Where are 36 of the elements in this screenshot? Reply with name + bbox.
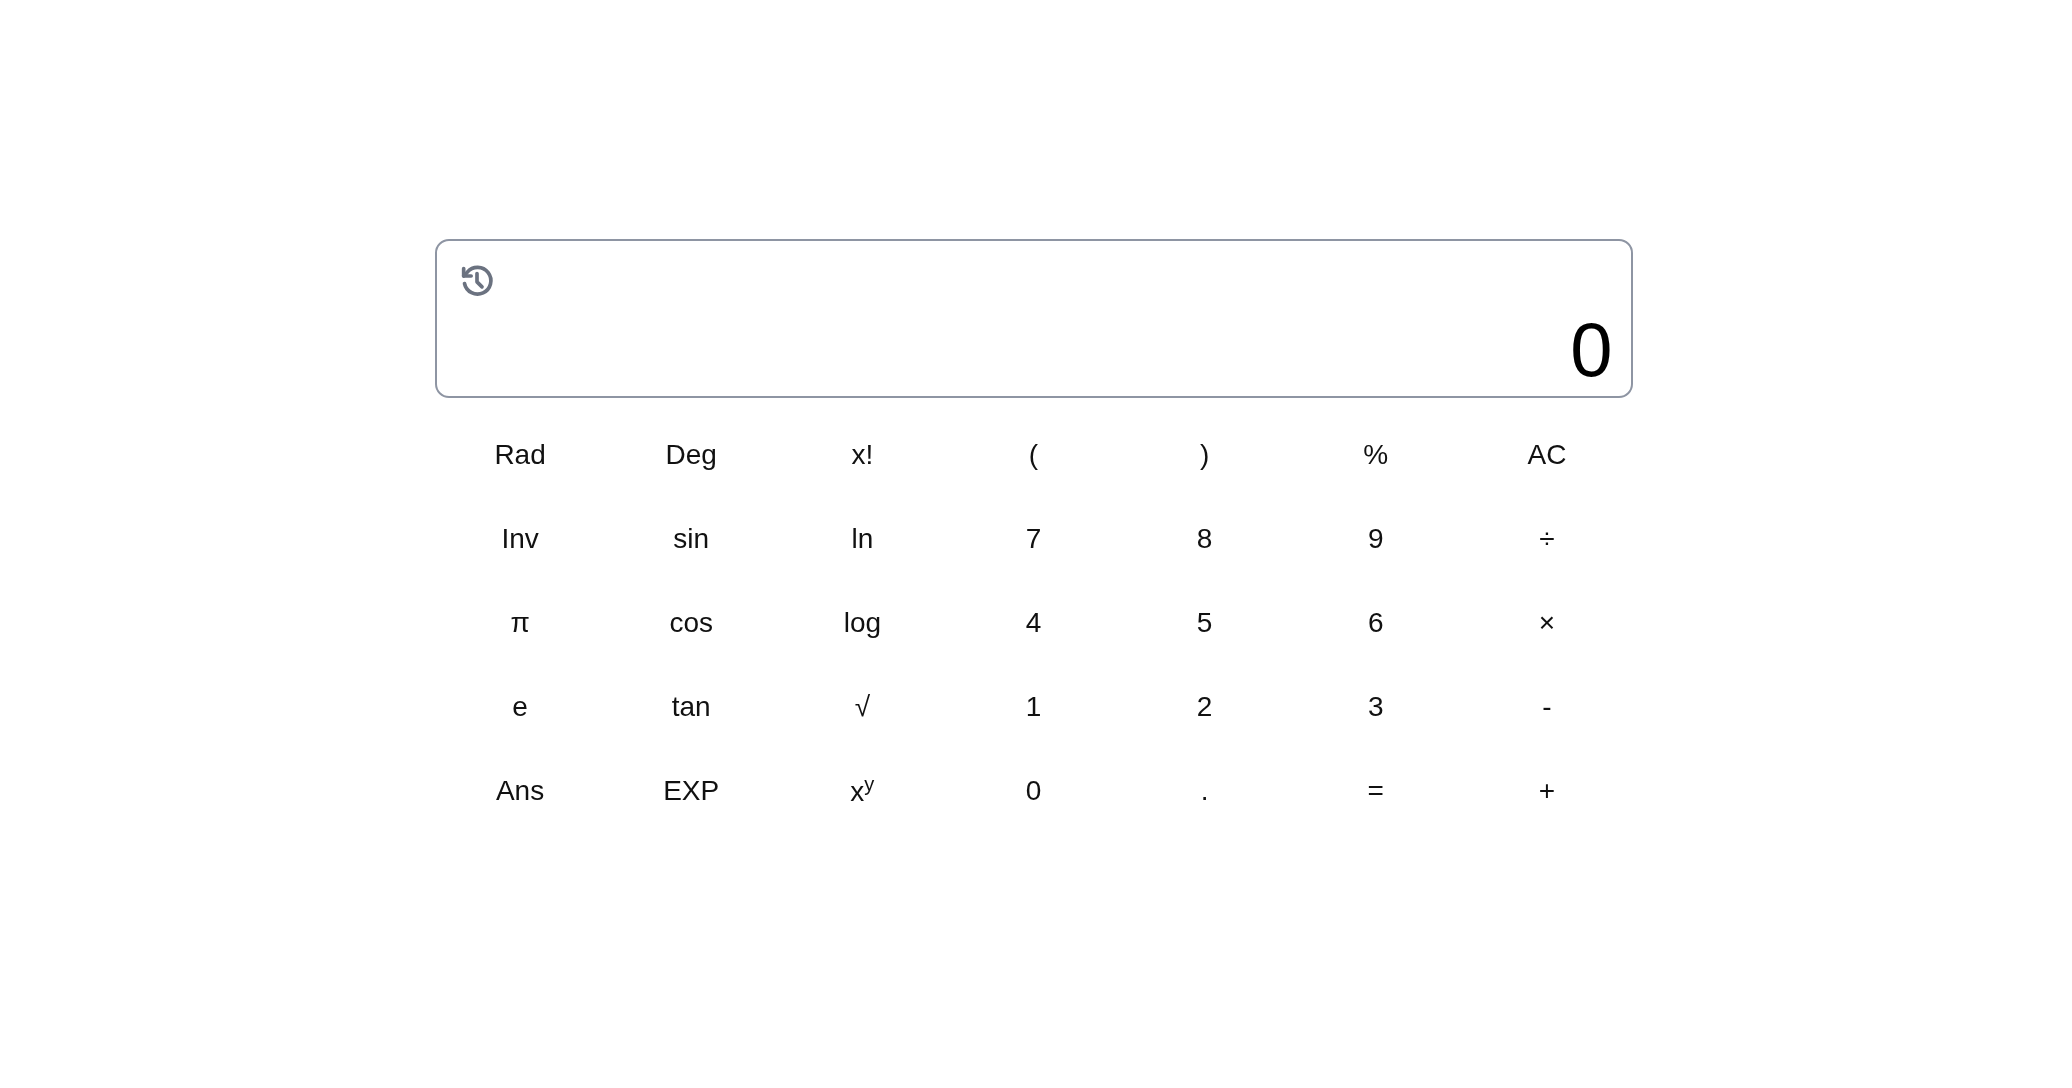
calculator-key[interactable]: -	[1461, 672, 1633, 742]
calculator-key[interactable]: 1	[947, 672, 1120, 742]
calculator-key[interactable]: +	[1461, 756, 1633, 826]
display-value: 0	[1570, 308, 1613, 392]
calculator-key[interactable]: 4	[947, 588, 1120, 658]
calculator-key[interactable]: ×	[1461, 588, 1633, 658]
calculator-key[interactable]: √	[776, 672, 948, 742]
calculator-key[interactable]: 2	[1119, 672, 1291, 742]
calculator-key[interactable]: x!	[776, 420, 948, 490]
calculator-key[interactable]: 3	[1290, 672, 1462, 742]
calculator-key[interactable]: π	[434, 588, 606, 658]
calculator-key[interactable]: =	[1290, 756, 1462, 826]
calculator-key[interactable]: %	[1290, 420, 1462, 490]
calculator-key[interactable]: e	[434, 672, 606, 742]
calculator-key[interactable]: Ans	[434, 756, 606, 826]
calculator-key[interactable]: tan	[605, 672, 777, 742]
calculator-key[interactable]: 6	[1290, 588, 1462, 658]
calculator-key[interactable]: ln	[776, 504, 948, 574]
calculator-key[interactable]: 8	[1119, 504, 1291, 574]
calculator-key[interactable]: cos	[605, 588, 777, 658]
calculator-key[interactable]: Deg	[605, 420, 777, 490]
calculator-key[interactable]: ÷	[1461, 504, 1633, 574]
calculator-key[interactable]: 9	[1290, 504, 1462, 574]
calculator-key[interactable]: 5	[1119, 588, 1291, 658]
calculator-key[interactable]: )	[1119, 420, 1291, 490]
calculator-key[interactable]: Inv	[434, 504, 606, 574]
calculator-key[interactable]: 0	[947, 756, 1120, 826]
calculator-key[interactable]: AC	[1461, 420, 1633, 490]
calculator-key[interactable]: .	[1119, 756, 1291, 826]
calculator-key[interactable]: (	[947, 420, 1120, 490]
calculator-key[interactable]: log	[776, 588, 948, 658]
calculator-key[interactable]: x$^{y}$	[776, 756, 948, 826]
calculator-key[interactable]: Rad	[434, 420, 606, 490]
calculator-key[interactable]: 7	[947, 504, 1120, 574]
calculator-key[interactable]: EXP	[605, 756, 777, 826]
calculator-key[interactable]: sin	[605, 504, 777, 574]
